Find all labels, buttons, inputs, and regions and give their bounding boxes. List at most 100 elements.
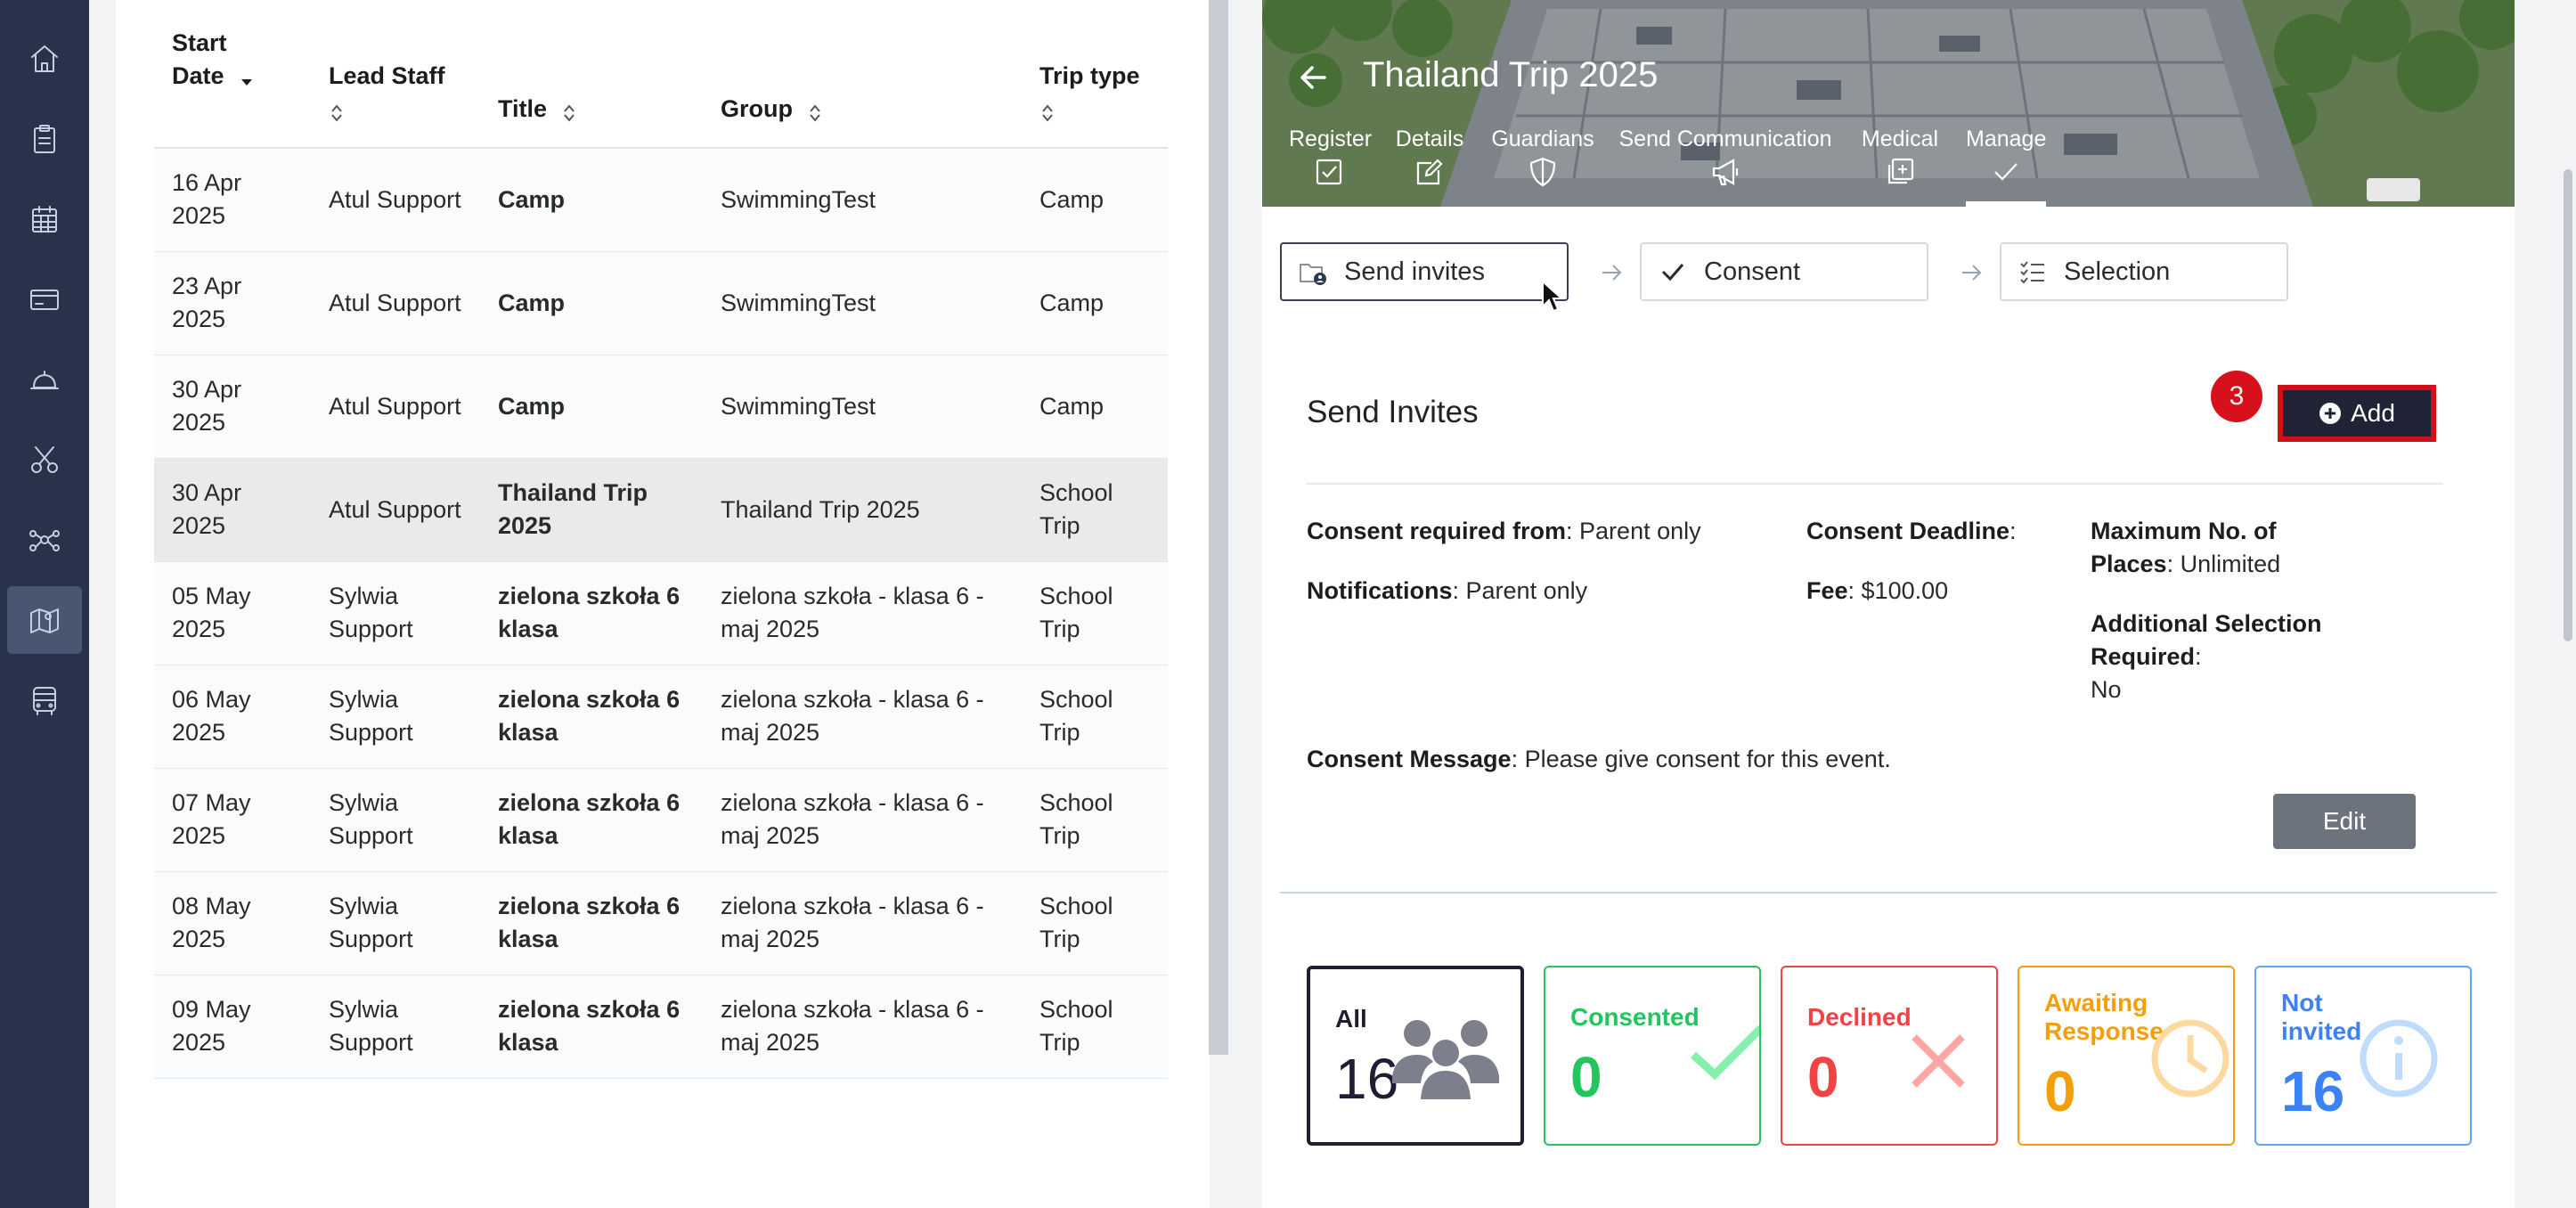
sidebar-item-trips[interactable] (7, 586, 82, 654)
stat-card-declined[interactable]: Declined 0 (1781, 966, 1998, 1146)
trip-banner: Thailand Trip 2025 Register Details Guar… (1262, 0, 2515, 207)
sort-icon[interactable] (1039, 100, 1056, 122)
sidebar-item-services[interactable] (7, 346, 82, 413)
trips-table: Start Date Lead Staff Title Group Trip t… (154, 7, 1168, 1079)
stat-card-all[interactable]: All 16 (1307, 966, 1524, 1146)
add-button[interactable]: Add (2278, 385, 2436, 442)
table-row[interactable]: 16 Apr 2025 Atul Support Camp SwimmingTest C… (154, 148, 1168, 252)
field-value: No (2091, 676, 2122, 703)
notifications-field: Notifications: Parent only (1307, 575, 1587, 608)
cell-group: zielona szkoła - klasa 6 - maj 2025 (703, 768, 1022, 872)
sidebar-item-payments[interactable] (7, 265, 82, 333)
arrow-right-icon (1602, 265, 1622, 281)
stat-value: 16 (2281, 1059, 2345, 1123)
stat-card-awaiting[interactable]: Awaiting Response 0 (2018, 966, 2235, 1146)
cell-title: zielona szkoła 6 klasa (480, 871, 703, 975)
cell-lead-staff: Sylwia Support (311, 561, 480, 665)
tab-manage[interactable]: Manage (1966, 127, 2046, 194)
field-value: : Parent only (1452, 577, 1588, 604)
tab-label: Manage (1966, 127, 2047, 151)
table-row[interactable]: 30 Apr 2025 Atul Support Camp SwimmingTest C… (154, 355, 1168, 459)
info-icon (2360, 1019, 2438, 1098)
close-icon (1912, 1034, 1965, 1088)
cell-title: Camp (480, 251, 703, 355)
sidebar-item-home[interactable] (7, 25, 82, 93)
cell-start-date: 08 May 2025 (154, 871, 311, 975)
cell-group: SwimmingTest (703, 251, 1022, 355)
field-label: Consent Message (1307, 746, 1512, 772)
column-header-group[interactable]: Group (703, 7, 1022, 149)
table-row[interactable]: 06 May 2025 Sylwia Support zielona szkoła … (154, 665, 1168, 769)
sort-icon[interactable] (561, 100, 577, 122)
tab-label: Details (1395, 127, 1464, 151)
tab-register[interactable]: Register (1289, 127, 1372, 194)
step-send-invites[interactable]: Send invites (1280, 242, 1569, 301)
network-icon (29, 530, 60, 551)
tab-medical[interactable]: Medical (1855, 127, 1944, 194)
edit-button[interactable]: Edit (2273, 794, 2416, 849)
folder-user-icon (1300, 264, 1326, 285)
sidebar-item-network[interactable] (7, 506, 82, 574)
table-row[interactable]: 05 May 2025 Sylwia Support zielona szkoła … (154, 561, 1168, 665)
tab-send-communication[interactable]: Send Communication (1618, 127, 1832, 194)
cell-start-date: 16 Apr 2025 (154, 148, 311, 252)
cell-start-date: 30 Apr 2025 (154, 355, 311, 459)
clipboard-icon (34, 125, 55, 153)
bus-icon (33, 687, 56, 715)
stat-card-consented[interactable]: Consented 0 (1544, 966, 1761, 1146)
stat-value: 0 (1570, 1045, 1602, 1109)
cell-lead-staff: Atul Support (311, 251, 480, 355)
back-arrow-icon[interactable] (1296, 61, 1330, 94)
check-icon (1661, 264, 1684, 282)
edit-icon (1416, 159, 1443, 185)
tab-label: Guardians (1491, 127, 1594, 151)
cell-lead-staff: Atul Support (311, 458, 480, 562)
column-header-title[interactable]: Title (480, 7, 703, 149)
sidebar-item-transport[interactable] (7, 666, 82, 734)
additional-selection-field: Additional Selection Required: No (2091, 608, 2331, 706)
scrollbar-thumb[interactable] (2564, 169, 2572, 641)
sidebar-item-calendar[interactable] (7, 185, 82, 253)
cell-title: Camp (480, 355, 703, 459)
cell-group: SwimmingTest (703, 148, 1022, 252)
cell-trip-type: School Trip (1022, 665, 1168, 769)
divider (1280, 892, 2497, 894)
tab-details[interactable]: Details (1392, 127, 1467, 194)
table-row[interactable]: 30 Apr 2025 Atul Support Thailand Trip 202… (154, 458, 1168, 562)
stat-label: Declined (1807, 1003, 1912, 1031)
sort-icon[interactable] (807, 100, 823, 122)
column-header-start-date[interactable]: Start Date (154, 7, 311, 149)
arrow-right-icon (1962, 265, 1982, 281)
column-header-trip-type[interactable]: Trip type (1022, 7, 1168, 149)
stat-card-not-invited[interactable]: Not invited 16 (2254, 966, 2472, 1146)
sidebar-item-clipboard[interactable] (7, 105, 82, 173)
tab-guardians[interactable]: Guardians (1490, 127, 1595, 194)
cell-start-date: 06 May 2025 (154, 665, 311, 769)
table-header-row: Start Date Lead Staff Title Group Trip t… (154, 7, 1168, 149)
column-header-lead-staff[interactable]: Lead Staff (311, 7, 480, 149)
column-header-label: Start Date (172, 29, 227, 89)
cell-trip-type: School Trip (1022, 975, 1168, 1079)
table-row[interactable]: 07 May 2025 Sylwia Support zielona szkoła … (154, 768, 1168, 872)
step-selection[interactable]: Selection (2000, 242, 2288, 301)
table-row[interactable]: 08 May 2025 Sylwia Support zielona szkoła … (154, 871, 1168, 975)
sort-desc-icon[interactable] (239, 69, 255, 86)
add-button-label: Add (2351, 399, 2395, 427)
step-consent[interactable]: Consent (1640, 242, 1928, 301)
field-label: Notifications (1307, 577, 1453, 604)
cell-title: Camp (480, 148, 703, 252)
medical-icon (1887, 158, 1914, 184)
step-badge: 3 (2211, 371, 2262, 422)
home-icon (31, 45, 58, 72)
field-label: Consent required from (1307, 518, 1567, 544)
active-tab-indicator (1966, 201, 2046, 207)
stat-value: 0 (1807, 1045, 1839, 1109)
sort-icon[interactable] (329, 100, 345, 122)
sidebar-item-tools[interactable] (7, 426, 82, 494)
field-value: : (2009, 518, 2017, 544)
table-row[interactable]: 23 Apr 2025 Atul Support Camp SwimmingTest C… (154, 251, 1168, 355)
cell-trip-type: School Trip (1022, 561, 1168, 665)
table-row[interactable]: 09 May 2025 Sylwia Support zielona szkoła … (154, 975, 1168, 1079)
megaphone-icon (1712, 159, 1739, 186)
tab-label: Send Communication (1618, 127, 1832, 151)
